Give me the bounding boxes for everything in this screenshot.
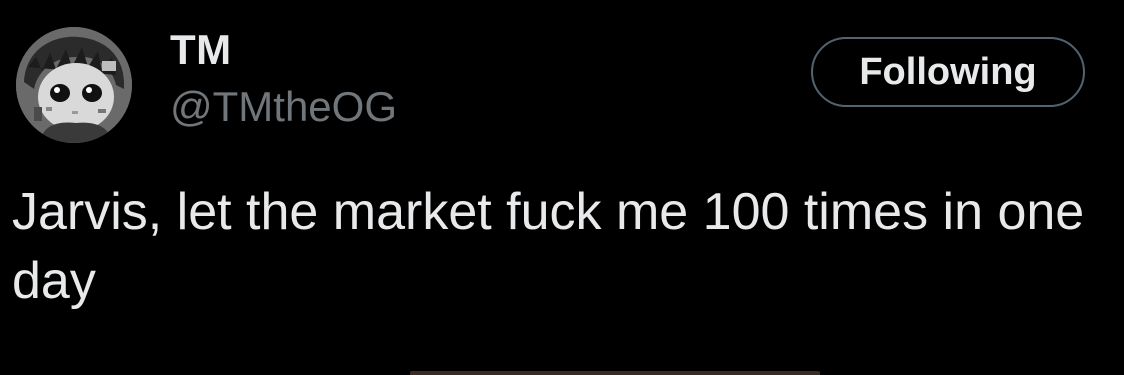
avatar-image-icon — [16, 27, 132, 143]
following-button[interactable]: Following — [811, 37, 1085, 107]
tweet-text: Jarvis, let the market fuck me 100 times… — [12, 183, 1085, 310]
media-preview-edge[interactable] — [410, 371, 820, 375]
avatar[interactable] — [16, 27, 132, 143]
tweet-card: TM @TMtheOG Following Jarvis, let the ma… — [0, 0, 1124, 375]
display-name[interactable]: TM — [170, 26, 232, 74]
user-handle[interactable]: @TMtheOG — [170, 82, 397, 132]
